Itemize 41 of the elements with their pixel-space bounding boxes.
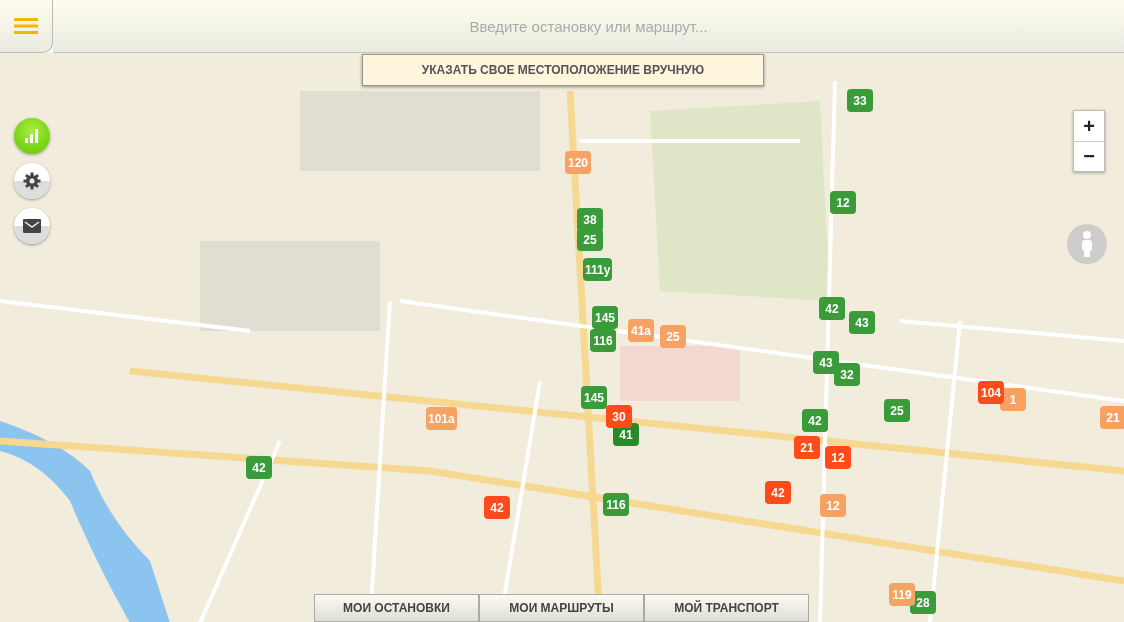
route-number-marker[interactable]: 32 (834, 363, 860, 386)
bottom-tab[interactable]: МОЙ ТРАНСПОРТ (644, 594, 809, 622)
route-number-marker[interactable]: 33 (847, 89, 873, 112)
person-icon (1080, 231, 1094, 257)
route-number-marker[interactable]: 145 (581, 386, 607, 409)
route-number-marker[interactable]: 101а (426, 407, 457, 430)
route-number-marker[interactable]: 116 (603, 493, 629, 516)
route-number-marker[interactable]: 42 (819, 297, 845, 320)
route-number-marker[interactable]: 25 (884, 399, 910, 422)
route-number-marker[interactable]: 42 (484, 496, 510, 519)
route-number-marker[interactable]: 21 (794, 436, 820, 459)
route-number-marker[interactable]: 111у (583, 258, 613, 281)
bottom-tab[interactable]: МОИ МАРШРУТЫ (479, 594, 644, 622)
route-number-marker[interactable]: 21 (1100, 406, 1124, 429)
zoom-in-button[interactable]: + (1074, 111, 1104, 141)
route-number-marker[interactable]: 42 (246, 456, 272, 479)
route-number-marker[interactable]: 145 (592, 306, 618, 329)
route-number-marker[interactable]: 12 (820, 494, 846, 517)
route-number-marker[interactable]: 119 (889, 583, 915, 606)
menu-button[interactable] (0, 0, 53, 53)
route-number-marker[interactable]: 25 (660, 325, 686, 348)
route-number-marker[interactable]: 12 (825, 446, 851, 469)
route-number-marker[interactable]: 120 (565, 151, 591, 174)
route-number-marker[interactable]: 116 (590, 329, 616, 352)
route-number-marker[interactable]: 104 (978, 381, 1004, 404)
search-field[interactable]: Введите остановку или маршрут... (53, 0, 1124, 53)
route-number-marker[interactable]: 43 (813, 351, 839, 374)
mail-icon (23, 219, 41, 233)
signal-bars-icon (24, 128, 40, 144)
settings-icon (23, 172, 41, 190)
menu-icon (14, 18, 38, 34)
route-number-marker[interactable]: 30 (606, 405, 632, 428)
route-number-marker[interactable]: 12 (830, 191, 856, 214)
route-number-marker[interactable]: 41а (628, 319, 654, 342)
route-number-marker[interactable]: 42 (802, 409, 828, 432)
manual-location-button[interactable]: УКАЗАТЬ СВОЕ МЕСТОПОЛОЖЕНИЕ ВРУЧНУЮ (362, 54, 764, 86)
route-number-marker[interactable]: 42 (765, 481, 791, 504)
bottom-tab[interactable]: МОИ ОСТАНОВКИ (314, 594, 479, 622)
route-number-marker[interactable]: 25 (577, 228, 603, 251)
zoom-out-button[interactable]: − (1074, 141, 1104, 171)
route-number-marker[interactable]: 43 (849, 311, 875, 334)
